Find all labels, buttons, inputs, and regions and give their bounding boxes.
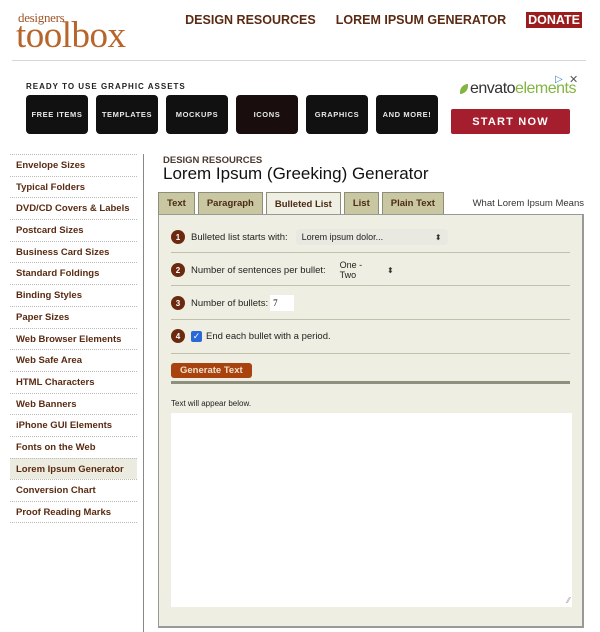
envato-brand-suffix: elements	[515, 80, 576, 97]
row-divider	[171, 285, 570, 286]
step-1-row: 1 Bulleted list starts with: Lorem ipsum…	[171, 229, 570, 245]
output-hint: Text will appear below.	[171, 399, 252, 408]
tab-paragraph[interactable]: Paragraph	[197, 192, 263, 214]
generator-tabs: Text Paragraph Bulleted List List Plain …	[158, 192, 444, 215]
sentences-per-bullet-select[interactable]: One - Two ⬍	[334, 260, 400, 280]
page-title: Lorem Ipsum (Greeking) Generator	[163, 164, 429, 183]
start-now-button[interactable]: START NOW	[451, 109, 570, 134]
step-2-row: 2 Number of sentences per bullet: One - …	[171, 260, 570, 280]
row-divider	[171, 252, 570, 253]
sidebar-item-business-card-sizes[interactable]: Business Card Sizes	[10, 240, 137, 263]
select-arrows-icon: ⬍	[386, 265, 394, 275]
ad-tile-free-items[interactable]: FREE ITEMS	[26, 95, 88, 134]
tab-text[interactable]: Text	[158, 192, 195, 214]
ad-tiles: FREE ITEMS TEMPLATES MOCKUPS ICONS GRAPH…	[26, 95, 438, 134]
sidebar-item-web-safe-area[interactable]: Web Safe Area	[10, 349, 137, 371]
resize-grip-icon[interactable]: ⁄⁄	[567, 596, 570, 605]
donate-button[interactable]: DONATE	[526, 12, 582, 28]
step-4-row: 4 ✓ End each bullet with a period.	[171, 329, 570, 343]
sentences-per-bullet-label: Number of sentences per bullet:	[191, 264, 326, 276]
row-divider	[171, 353, 570, 354]
ad-tile-templates[interactable]: TEMPLATES	[96, 95, 158, 134]
nav-lorem-ipsum-generator[interactable]: LOREM IPSUM GENERATOR	[336, 13, 506, 27]
row-divider	[171, 319, 570, 320]
sidebar-item-iphone-gui-elements[interactable]: iPhone GUI Elements	[10, 414, 137, 436]
ad-tile-mockups[interactable]: MOCKUPS	[166, 95, 228, 134]
ad-tile-graphics[interactable]: GRAPHICS	[306, 95, 368, 134]
output-textarea[interactable]: ⁄⁄	[171, 413, 572, 607]
ad-title: READY TO USE GRAPHIC ASSETS	[26, 82, 186, 91]
top-navigation: DESIGN RESOURCES LOREM IPSUM GENERATOR D…	[185, 12, 582, 28]
generate-text-button[interactable]: Generate Text	[171, 363, 252, 378]
sidebar-item-web-browser-elements[interactable]: Web Browser Elements	[10, 327, 137, 350]
nav-design-resources[interactable]: DESIGN RESOURCES	[185, 13, 316, 27]
what-lorem-ipsum-means-link[interactable]: What Lorem Ipsum Means	[473, 198, 584, 209]
sidebar-item-typical-folders[interactable]: Typical Folders	[10, 175, 137, 198]
step-number-badge: 2	[171, 263, 185, 277]
sidebar-item-standard-foldings[interactable]: Standard Foldings	[10, 262, 137, 284]
starts-with-select[interactable]: Lorem ipsum dolor... ⬍	[295, 229, 448, 245]
sidebar-item-paper-sizes[interactable]: Paper Sizes	[10, 305, 137, 328]
step-3-row: 3 Number of bullets:	[171, 295, 570, 311]
step-number-badge: 4	[171, 329, 185, 343]
tab-bulleted-list[interactable]: Bulleted List	[265, 192, 341, 215]
envato-brand-prefix: envato	[470, 80, 516, 97]
section-divider	[171, 381, 570, 384]
sidebar-item-envelope-sizes[interactable]: Envelope Sizes	[10, 154, 137, 176]
step-number-badge: 3	[171, 296, 185, 310]
header-divider	[12, 60, 586, 61]
ad-tile-and-more[interactable]: AND MORE!	[376, 95, 438, 134]
starts-with-value: Lorem ipsum dolor...	[301, 232, 384, 242]
sidebar-item-web-banners[interactable]: Web Banners	[10, 392, 137, 415]
sidebar-item-postcard-sizes[interactable]: Postcard Sizes	[10, 219, 137, 241]
sidebar-item-proof-reading-marks[interactable]: Proof Reading Marks	[10, 501, 137, 523]
generator-panel: 1 Bulleted list starts with: Lorem ipsum…	[158, 214, 584, 628]
number-of-bullets-label: Number of bullets:	[191, 297, 269, 309]
sidebar-item-lorem-ipsum-generator[interactable]: Lorem Ipsum Generator	[10, 457, 137, 480]
sidebar-item-dvd-cd-covers[interactable]: DVD/CD Covers & Labels	[10, 197, 137, 219]
end-with-period-label: End each bullet with a period.	[206, 330, 331, 342]
adchoices-icon[interactable]: ▷	[555, 74, 563, 85]
sidebar-item-binding-styles[interactable]: Binding Styles	[10, 284, 137, 306]
sidebar-item-fonts-on-the-web[interactable]: Fonts on the Web	[10, 435, 137, 458]
tab-plain-text[interactable]: Plain Text	[381, 192, 444, 214]
sentences-per-bullet-value: One - Two	[339, 260, 363, 280]
select-arrows-icon: ⬍	[434, 232, 442, 242]
sidebar-nav: Envelope Sizes Typical Folders DVD/CD Co…	[10, 154, 137, 523]
ad-tile-icons[interactable]: ICONS	[236, 95, 298, 134]
starts-with-label: Bulleted list starts with:	[191, 231, 288, 243]
step-number-badge: 1	[171, 230, 185, 244]
sidebar-item-html-characters[interactable]: HTML Characters	[10, 370, 137, 393]
end-with-period-checkbox[interactable]: ✓	[191, 330, 202, 342]
tab-list[interactable]: List	[343, 192, 379, 214]
envato-leaf-icon	[460, 84, 468, 94]
logo-toolbox-text: toolbox	[16, 15, 126, 56]
sidebar-divider	[143, 154, 144, 632]
number-of-bullets-input[interactable]	[270, 295, 295, 311]
sidebar-item-conversion-chart[interactable]: Conversion Chart	[10, 479, 137, 501]
ad-close-icon[interactable]: ✕	[569, 73, 578, 86]
